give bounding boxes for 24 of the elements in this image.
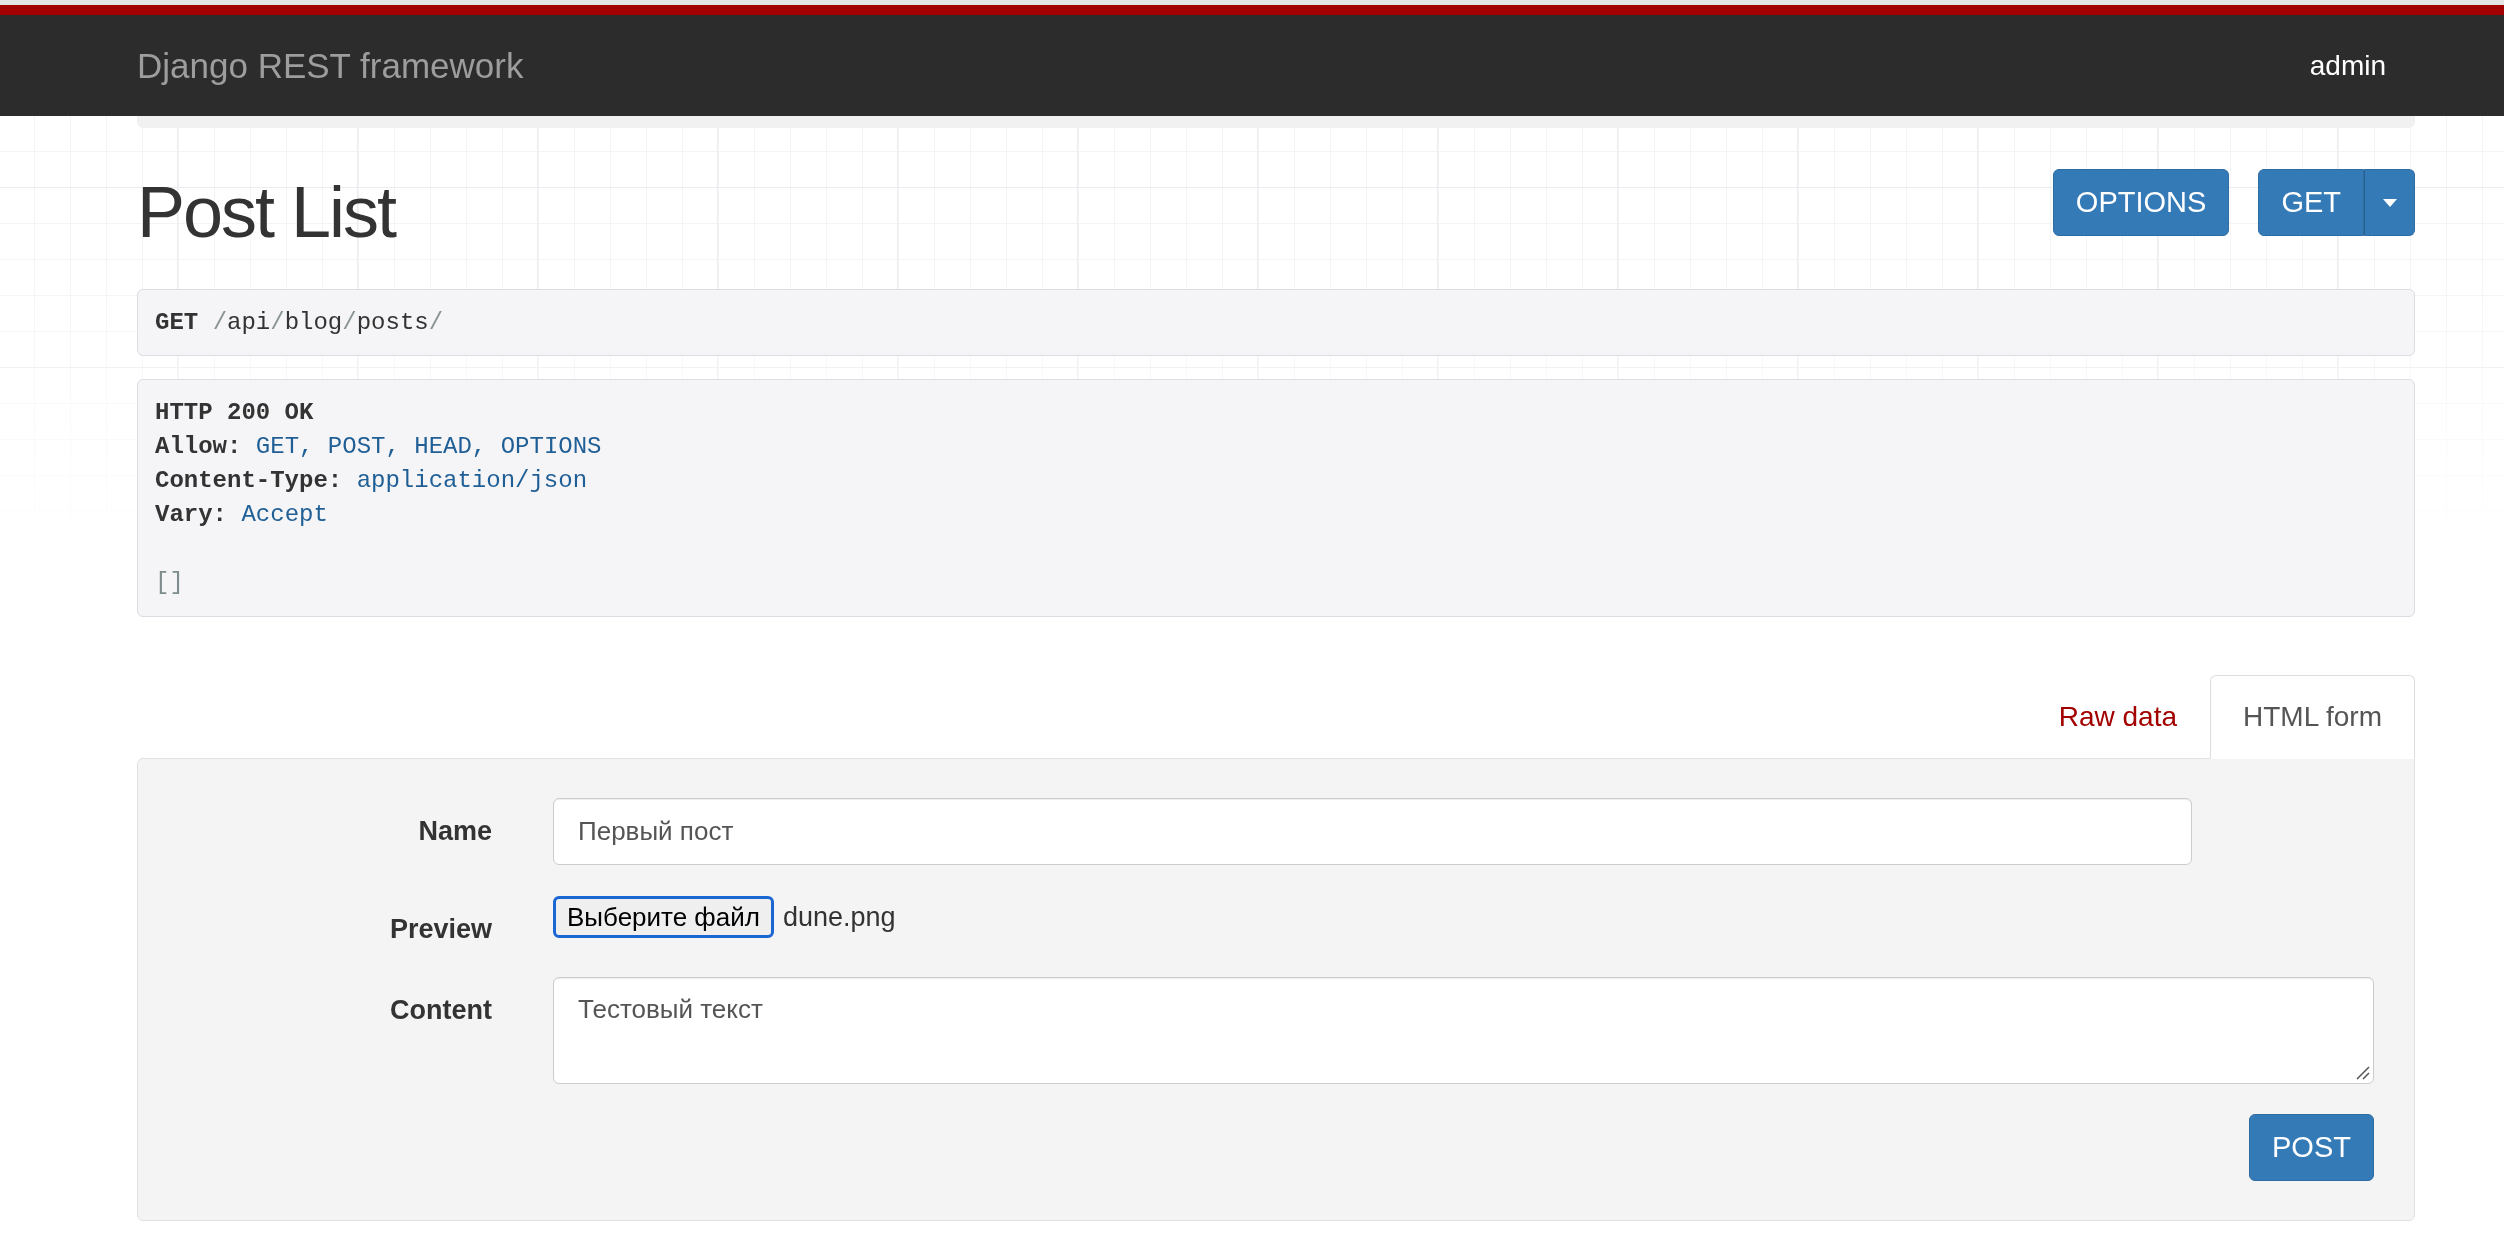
response-body: [] — [155, 568, 184, 598]
tab[interactable]: Raw data — [2025, 675, 2211, 759]
get-button[interactable]: GET — [2258, 169, 2364, 236]
response-header: Allow: GET, POST, HEAD, OPTIONS — [155, 432, 602, 462]
response-header: Content-Type: application/json — [155, 466, 588, 496]
page-title: Post List — [137, 171, 396, 254]
response-header: Vary: Accept — [155, 500, 328, 530]
post-button[interactable]: POST — [2249, 1114, 2374, 1181]
user-menu-link[interactable]: admin — [2309, 49, 2386, 82]
field-label: Content — [390, 994, 492, 1027]
brand-link[interactable]: Django REST framework — [137, 45, 524, 86]
name-input[interactable]: Первый пост — [553, 798, 2192, 865]
content-textarea[interactable]: Тестовый текст — [553, 977, 2374, 1084]
field-label: Preview — [389, 913, 492, 946]
tab[interactable]: HTML form — [2210, 675, 2415, 759]
caret-icon — [2382, 198, 2397, 207]
options-button[interactable]: OPTIONS — [2052, 169, 2230, 236]
dropdown-toggle-button[interactable] — [2364, 169, 2415, 236]
resize-grip-icon[interactable] — [2356, 1066, 2370, 1080]
file-choose-button[interactable]: Выберите файл — [553, 896, 774, 938]
response-status: HTTP 200 OK — [155, 398, 314, 428]
file-name: dune.png — [782, 901, 896, 934]
field-label: Name — [418, 815, 492, 848]
request-line: GET /api/blog/posts/ — [155, 309, 444, 336]
